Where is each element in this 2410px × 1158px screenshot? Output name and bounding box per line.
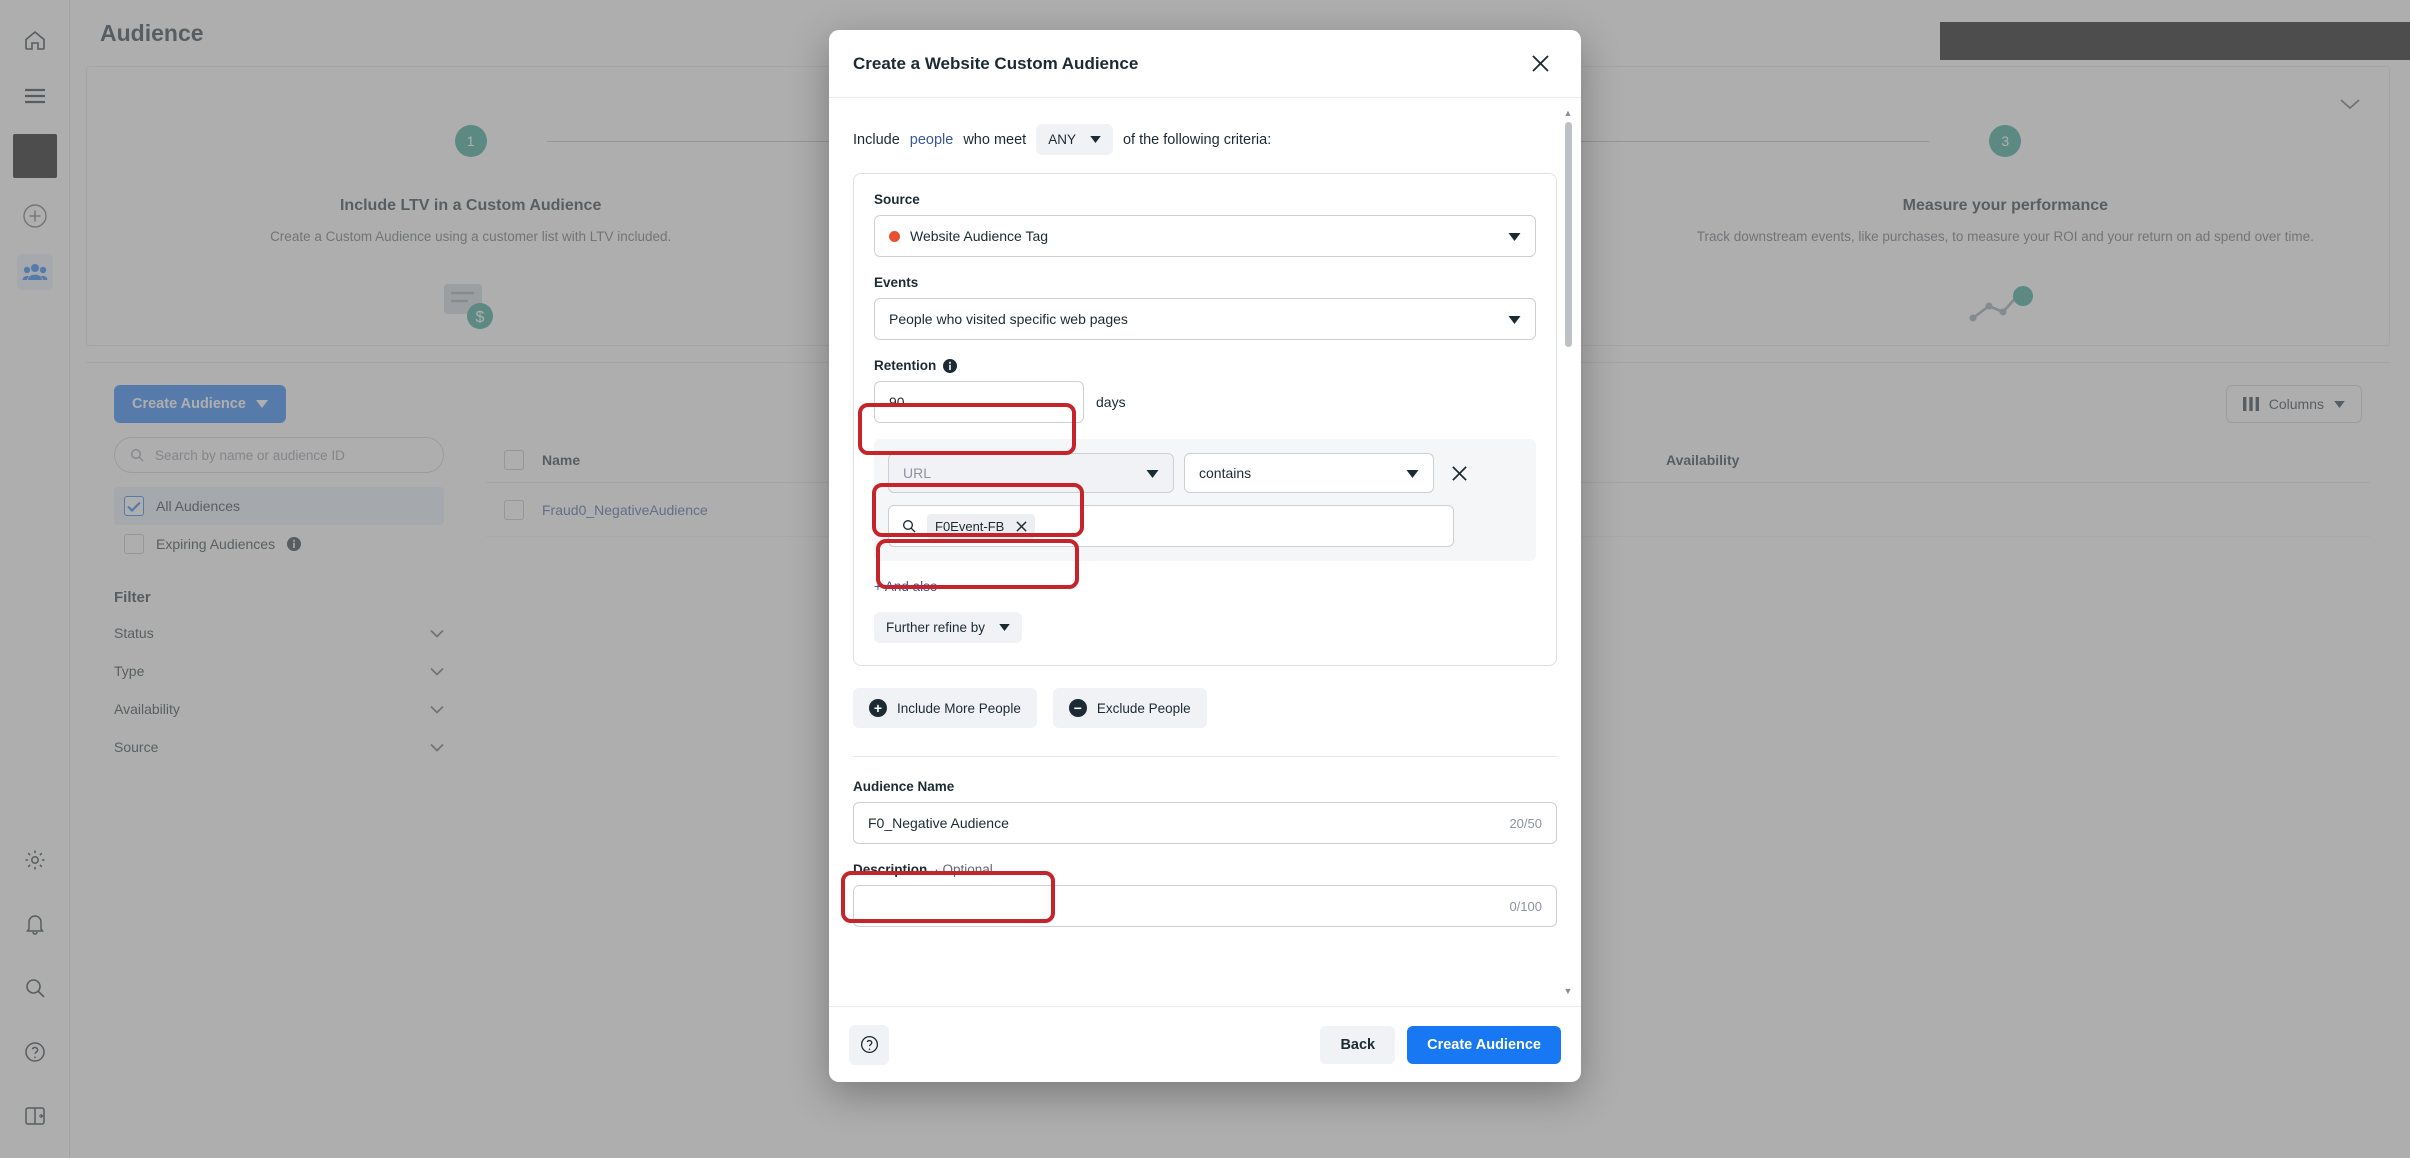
- retention-label: Retention: [874, 358, 1536, 373]
- criteria-suffix: of the following criteria:: [1123, 132, 1271, 148]
- retention-row: 90 days: [874, 381, 1536, 423]
- source-label-text: Source: [874, 192, 920, 207]
- further-refine-dropdown[interactable]: Further refine by: [874, 612, 1022, 643]
- chevron-down-icon: [1508, 228, 1521, 244]
- scroll-up-icon[interactable]: ▲: [1563, 108, 1573, 118]
- minus-circle-icon: −: [1069, 699, 1087, 717]
- description-label-text: Description: [853, 862, 927, 877]
- plus-circle-icon: +: [869, 699, 887, 717]
- match-type-dropdown[interactable]: ANY: [1036, 124, 1113, 155]
- events-dropdown[interactable]: People who visited specific web pages: [874, 298, 1536, 340]
- description-counter: 0/100: [1509, 899, 1542, 914]
- operator-value: contains: [1199, 465, 1251, 481]
- url-value-token-label: F0Event-FB: [935, 519, 1004, 534]
- criteria-prefix: Include: [853, 132, 900, 148]
- criteria-middle: who meet: [963, 132, 1026, 148]
- retention-value: 90: [889, 394, 905, 410]
- further-refine-row: Further refine by: [874, 612, 1536, 643]
- further-refine-label: Further refine by: [886, 620, 985, 635]
- criteria-card: Source Website Audience Tag Events Peopl…: [853, 173, 1557, 666]
- help-circle-icon[interactable]: [849, 1025, 889, 1065]
- retention-label-text: Retention: [874, 358, 936, 373]
- include-more-people-button[interactable]: + Include More People: [853, 688, 1037, 728]
- events-value: People who visited specific web pages: [889, 311, 1128, 327]
- events-label-text: Events: [874, 275, 918, 290]
- audience-name-counter: 20/50: [1509, 816, 1542, 831]
- url-value-search-input[interactable]: F0Event-FB: [888, 505, 1454, 547]
- url-rule-row: URL contains: [888, 453, 1522, 493]
- audience-name-label: Audience Name: [853, 779, 1557, 794]
- source-dropdown[interactable]: Website Audience Tag: [874, 215, 1536, 257]
- description-label: Description · Optional: [853, 862, 1557, 877]
- audience-name-label-text: Audience Name: [853, 779, 954, 794]
- remove-rule-icon[interactable]: [1444, 465, 1474, 482]
- retention-unit-label: days: [1096, 394, 1126, 410]
- include-more-people-label: Include More People: [897, 701, 1021, 716]
- dialog-title: Create a Website Custom Audience: [853, 54, 1138, 74]
- source-value: Website Audience Tag: [910, 228, 1048, 244]
- chevron-down-icon: [1146, 465, 1159, 481]
- retention-days-input[interactable]: 90: [874, 381, 1084, 423]
- match-type-value: ANY: [1048, 132, 1076, 147]
- search-icon: [901, 518, 917, 534]
- audience-name-value: F0_Negative Audience: [868, 815, 1009, 831]
- chevron-down-icon: [999, 624, 1010, 631]
- chevron-down-icon: [1090, 136, 1101, 143]
- scrollbar-thumb[interactable]: [1565, 122, 1572, 347]
- operator-dropdown[interactable]: contains: [1184, 453, 1434, 493]
- criteria-line: Include people who meet ANY of the follo…: [853, 98, 1557, 173]
- section-divider: [853, 756, 1557, 757]
- close-icon[interactable]: [1523, 47, 1557, 81]
- exclude-people-button[interactable]: − Exclude People: [1053, 688, 1207, 728]
- create-audience-submit-button[interactable]: Create Audience: [1407, 1026, 1561, 1064]
- people-link[interactable]: people: [910, 132, 954, 148]
- chevron-down-icon: [1406, 465, 1419, 481]
- create-website-custom-audience-dialog: Create a Website Custom Audience Include…: [829, 30, 1581, 1082]
- info-icon[interactable]: [943, 359, 957, 373]
- dialog-body: Include people who meet ANY of the follo…: [829, 98, 1581, 1006]
- scroll-down-icon[interactable]: ▼: [1563, 986, 1573, 996]
- source-label: Source: [874, 192, 1536, 207]
- url-value-token[interactable]: F0Event-FB: [927, 514, 1035, 539]
- url-field-dropdown[interactable]: URL: [888, 453, 1174, 493]
- exclude-people-label: Exclude People: [1097, 701, 1191, 716]
- audience-scope-buttons: + Include More People − Exclude People: [853, 688, 1557, 728]
- description-input[interactable]: 0/100: [853, 885, 1557, 927]
- remove-token-icon[interactable]: [1016, 521, 1027, 532]
- back-button[interactable]: Back: [1320, 1026, 1395, 1064]
- url-field-placeholder: URL: [903, 465, 931, 481]
- audience-name-input[interactable]: F0_Negative Audience 20/50: [853, 802, 1557, 844]
- and-also-link[interactable]: + And also: [874, 579, 937, 594]
- description-optional-text: · Optional: [934, 862, 993, 877]
- events-label: Events: [874, 275, 1536, 290]
- url-rule-block: URL contains: [874, 439, 1536, 561]
- dialog-header: Create a Website Custom Audience: [829, 30, 1581, 98]
- source-status-dot-icon: [889, 231, 900, 242]
- dialog-scrollbar[interactable]: ▲ ▼: [1563, 108, 1573, 996]
- dialog-footer: Back Create Audience: [829, 1006, 1581, 1082]
- dialog-scroll-pane: Include people who meet ANY of the follo…: [853, 98, 1557, 1006]
- chevron-down-icon: [1508, 311, 1521, 327]
